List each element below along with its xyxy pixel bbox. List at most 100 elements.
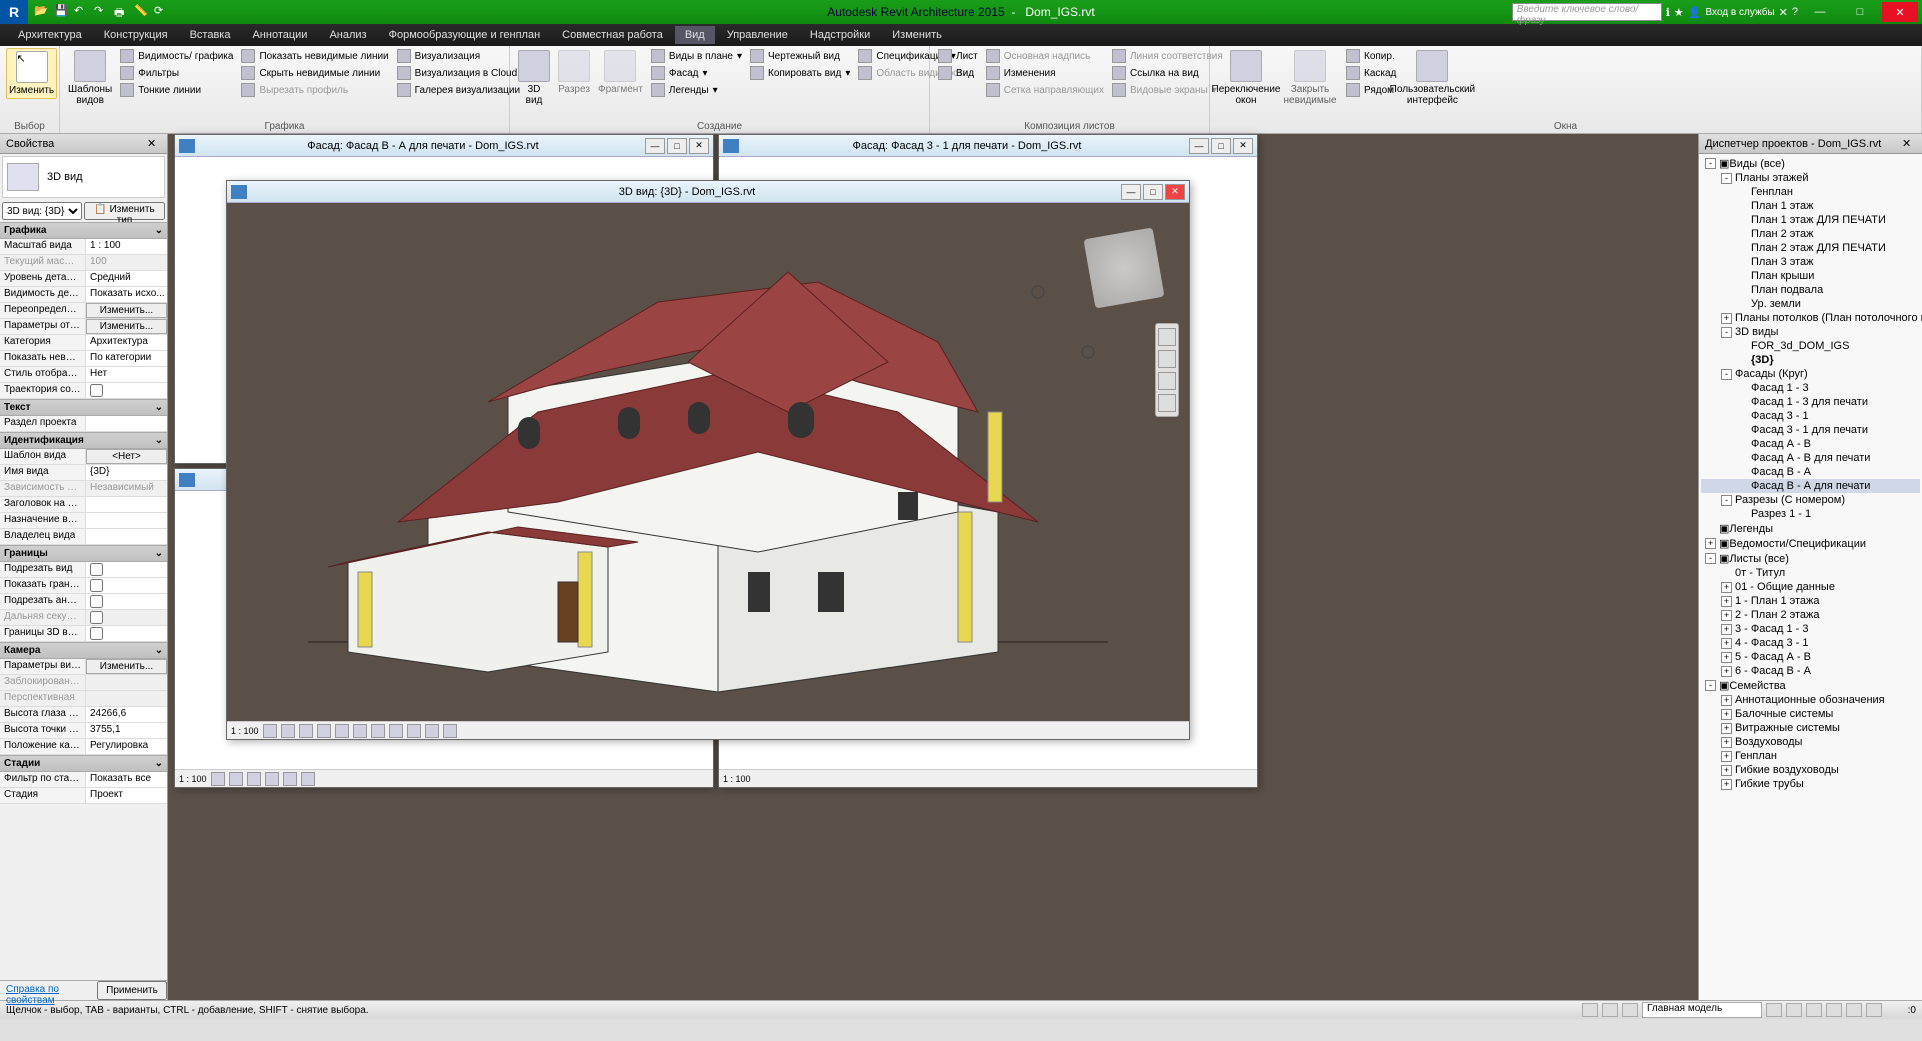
props-value[interactable]: Изменить... — [86, 319, 167, 334]
cascade-button[interactable]: Каскад — [1344, 65, 1398, 81]
props-row[interactable]: Параметры ото...Изменить... — [0, 319, 167, 335]
props-value[interactable] — [86, 529, 167, 544]
props-row[interactable]: Положение кам...Регулировка — [0, 739, 167, 755]
design-options-combo[interactable]: Главная модель — [1642, 1002, 1762, 1018]
tree-item[interactable]: -3D виды — [1701, 325, 1920, 339]
props-value[interactable]: Изменить... — [86, 303, 167, 318]
props-value[interactable] — [86, 578, 167, 593]
close-button[interactable]: ✕ — [1882, 2, 1918, 22]
expand-icon[interactable]: + — [1721, 638, 1732, 649]
props-row[interactable]: Перспективная — [0, 691, 167, 707]
props-row[interactable]: Фильтр по стад...Показать все — [0, 772, 167, 788]
props-value[interactable] — [86, 416, 167, 431]
maximize-button[interactable]: □ — [1842, 2, 1878, 22]
props-row[interactable]: СтадияПроект — [0, 788, 167, 804]
tree-item[interactable]: Фасад В - А — [1701, 465, 1920, 479]
sheet-button[interactable]: Лист — [936, 48, 980, 64]
qat-open-icon[interactable]: 📂 — [34, 4, 50, 20]
vc-sun-icon[interactable] — [317, 724, 331, 738]
collapse-icon[interactable]: - — [1721, 327, 1732, 338]
collapse-icon[interactable]: - — [1705, 680, 1716, 691]
vc-crop-icon[interactable] — [371, 724, 385, 738]
render-button[interactable]: Визуализация — [395, 48, 522, 64]
type-selector[interactable]: 3D вид — [2, 156, 165, 198]
tree-item[interactable]: +Воздуховоды — [1701, 735, 1920, 749]
view-templates-button[interactable]: Шаблоны видов — [66, 48, 114, 108]
filters-button[interactable]: Фильтры — [118, 65, 235, 81]
properties-close-icon[interactable]: ✕ — [147, 137, 161, 151]
info-icon[interactable]: ℹ — [1666, 6, 1670, 19]
props-checkbox[interactable] — [90, 611, 103, 624]
props-row[interactable]: Переопределен...Изменить... — [0, 303, 167, 319]
tree-item[interactable]: -▣ Виды (все) — [1701, 156, 1920, 171]
expand-icon[interactable]: + — [1721, 779, 1732, 790]
tree-item[interactable]: Фасад 1 - 3 для печати — [1701, 395, 1920, 409]
tree-item[interactable]: 0т - Титул — [1701, 566, 1920, 580]
props-row[interactable]: Показать невид...По категории — [0, 351, 167, 367]
expand-icon[interactable]: + — [1721, 313, 1732, 324]
3d-view-button[interactable]: 3D вид — [516, 48, 552, 108]
status-pin-icon[interactable] — [1826, 1003, 1842, 1017]
props-value[interactable] — [86, 626, 167, 641]
expand-icon[interactable]: + — [1721, 695, 1732, 706]
nav-pan-icon[interactable] — [1158, 350, 1176, 368]
tree-item[interactable]: +Гибкие воздуховоды — [1701, 763, 1920, 777]
doc-max[interactable]: □ — [667, 138, 687, 154]
tree-item[interactable]: +▣ Ведомости/Спецификации — [1701, 536, 1920, 551]
tree-item[interactable]: +Гибкие трубы — [1701, 777, 1920, 791]
collapse-icon[interactable]: - — [1705, 158, 1716, 169]
vc-shadow-icon[interactable] — [335, 724, 349, 738]
viewcube[interactable] — [1083, 227, 1164, 308]
view-reference-button[interactable]: Ссылка на вид — [1110, 65, 1225, 81]
props-value[interactable]: Нет — [86, 367, 167, 382]
props-row[interactable]: Уровень детали...Средний — [0, 271, 167, 287]
vc-style-icon[interactable] — [211, 772, 225, 786]
modify-button[interactable]: ↖ Изменить — [6, 48, 57, 99]
status-editable-icon[interactable] — [1602, 1003, 1618, 1017]
tree-item[interactable]: План 3 этаж — [1701, 255, 1920, 269]
vc-render-icon[interactable] — [353, 724, 367, 738]
tree-item[interactable]: -Планы этажей — [1701, 171, 1920, 185]
vc-crop-icon[interactable] — [283, 772, 297, 786]
props-row[interactable]: Владелец вида — [0, 529, 167, 545]
tree-item[interactable]: Фасад 3 - 1 — [1701, 409, 1920, 423]
props-section-stages[interactable]: Стадии⌄ — [0, 755, 167, 772]
props-value[interactable] — [86, 562, 167, 577]
tree-item[interactable]: План подвала — [1701, 283, 1920, 297]
exchange-icon[interactable]: ✕ — [1779, 6, 1788, 19]
callout-button[interactable]: Фрагмент — [596, 48, 645, 97]
collapse-icon[interactable]: - — [1721, 369, 1732, 380]
tree-item[interactable]: +Витражные системы — [1701, 721, 1920, 735]
vc-showcrop-icon[interactable] — [389, 724, 403, 738]
tree-item[interactable]: +2 - План 2 этажа — [1701, 608, 1920, 622]
status-workset-icon[interactable] — [1582, 1003, 1598, 1017]
collapse-icon[interactable]: - — [1705, 553, 1716, 564]
props-row[interactable]: Шаблон вида<Нет> — [0, 449, 167, 465]
ui-button[interactable]: Пользовательский интерфейс — [1402, 48, 1462, 108]
tree-item[interactable]: План крыши — [1701, 269, 1920, 283]
expand-icon[interactable]: + — [1721, 765, 1732, 776]
replicate-button[interactable]: Копир. — [1344, 48, 1398, 64]
tree-item[interactable]: FOR_3d_DOM_IGS — [1701, 339, 1920, 353]
view-filter-dropdown[interactable]: 3D вид: {3D} — [2, 202, 82, 220]
vc-hide-icon[interactable] — [301, 772, 315, 786]
props-value[interactable]: Показать исхо... — [86, 287, 167, 302]
user-icon[interactable]: 👤 — [1688, 6, 1702, 19]
tree-item[interactable]: +3 - Фасад 1 - 3 — [1701, 622, 1920, 636]
qat-sync-icon[interactable]: ⟳ — [154, 4, 170, 20]
vc-detail-icon[interactable] — [281, 724, 295, 738]
help-search-input[interactable]: Введите ключевое слово/фразу — [1512, 3, 1662, 21]
tree-item[interactable]: -Фасады (Круг) — [1701, 367, 1920, 381]
revisions-button[interactable]: Изменения — [984, 65, 1106, 81]
tree-item[interactable]: Фасад А - В — [1701, 437, 1920, 451]
props-section-graphics[interactable]: Графика⌄ — [0, 222, 167, 239]
render-gallery-button[interactable]: Галерея визуализации — [395, 82, 522, 98]
props-section-extents[interactable]: Границы⌄ — [0, 545, 167, 562]
tree-item[interactable]: План 2 этаж — [1701, 227, 1920, 241]
props-section-camera[interactable]: Камера⌄ — [0, 642, 167, 659]
props-row[interactable]: Высота глаза н...24266,6 — [0, 707, 167, 723]
props-value[interactable] — [86, 594, 167, 609]
status-filter-icon[interactable] — [1866, 1003, 1882, 1017]
tab-формообразующие и генплан[interactable]: Формообразующие и генплан — [379, 26, 551, 44]
qat-undo-icon[interactable]: ↶ — [74, 4, 90, 20]
